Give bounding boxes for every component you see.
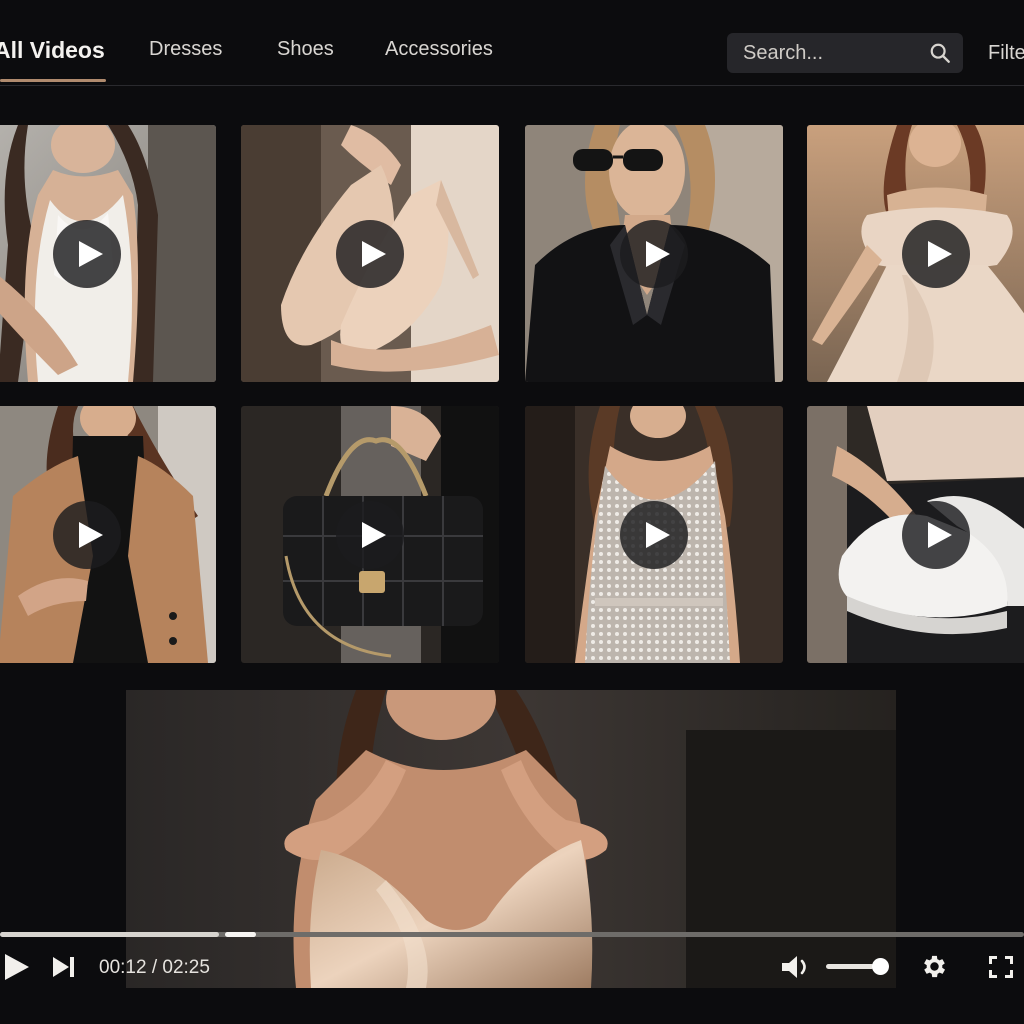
- play-icon[interactable]: [4, 953, 30, 981]
- progress-played: [0, 932, 220, 937]
- video-tile-quilted-handbag[interactable]: [241, 406, 499, 663]
- video-tile-off-shoulder-dress[interactable]: [807, 125, 1024, 382]
- volume-slider[interactable]: [826, 964, 874, 969]
- video-tile-nude-heels[interactable]: [241, 125, 499, 382]
- video-tile-black-blazer[interactable]: [525, 125, 783, 382]
- play-button[interactable]: [620, 219, 688, 288]
- play-button[interactable]: [53, 219, 121, 288]
- tab-accessories[interactable]: Accessories: [385, 38, 493, 61]
- video-tile-white-slip-dress[interactable]: [0, 125, 216, 382]
- tab-all-videos[interactable]: All Videos: [0, 37, 105, 64]
- tab-dresses[interactable]: Dresses: [149, 38, 222, 61]
- time-readout: 00:12 / 02:25: [99, 957, 210, 979]
- search-icon[interactable]: [929, 42, 951, 64]
- filter-link[interactable]: Filter: [988, 42, 1024, 65]
- play-icon: [362, 521, 386, 548]
- fullscreen-icon[interactable]: [988, 955, 1014, 979]
- current-time: 00:12: [99, 957, 147, 978]
- video-gallery-app: All Videos Dresses Shoes Accessories Fil…: [0, 0, 1024, 1024]
- play-button[interactable]: [336, 500, 404, 569]
- tab-shoes[interactable]: Shoes: [277, 38, 334, 61]
- top-navigation: All Videos Dresses Shoes Accessories Fil…: [0, 0, 1024, 86]
- play-icon: [79, 521, 103, 548]
- progress-bar[interactable]: [0, 932, 1024, 937]
- play-icon: [646, 240, 670, 267]
- video-tile-camel-coat[interactable]: [0, 406, 216, 663]
- play-button[interactable]: [902, 500, 970, 569]
- play-icon: [79, 240, 103, 267]
- play-icon: [928, 521, 952, 548]
- play-icon: [362, 240, 386, 267]
- time-separator: /: [146, 957, 163, 978]
- play-button[interactable]: [53, 500, 121, 569]
- play-icon: [646, 521, 670, 548]
- video-tile-sequin-dress[interactable]: [525, 406, 783, 663]
- search-input[interactable]: [743, 33, 933, 73]
- play-button[interactable]: [336, 219, 404, 288]
- volume-handle[interactable]: [871, 958, 889, 975]
- play-button[interactable]: [902, 219, 970, 288]
- player-controls: 00:12 / 02:25: [0, 925, 1024, 995]
- skip-next-icon[interactable]: [52, 956, 76, 978]
- gear-icon[interactable]: [920, 952, 949, 981]
- play-button[interactable]: [620, 500, 688, 569]
- progress-buffered: [225, 932, 256, 937]
- active-tab-indicator: [0, 79, 106, 82]
- play-icon: [928, 240, 952, 267]
- video-tile-white-sneakers[interactable]: [807, 406, 1024, 663]
- volume-icon[interactable]: [781, 954, 813, 980]
- duration: 02:25: [162, 957, 210, 978]
- search-box: [727, 33, 963, 73]
